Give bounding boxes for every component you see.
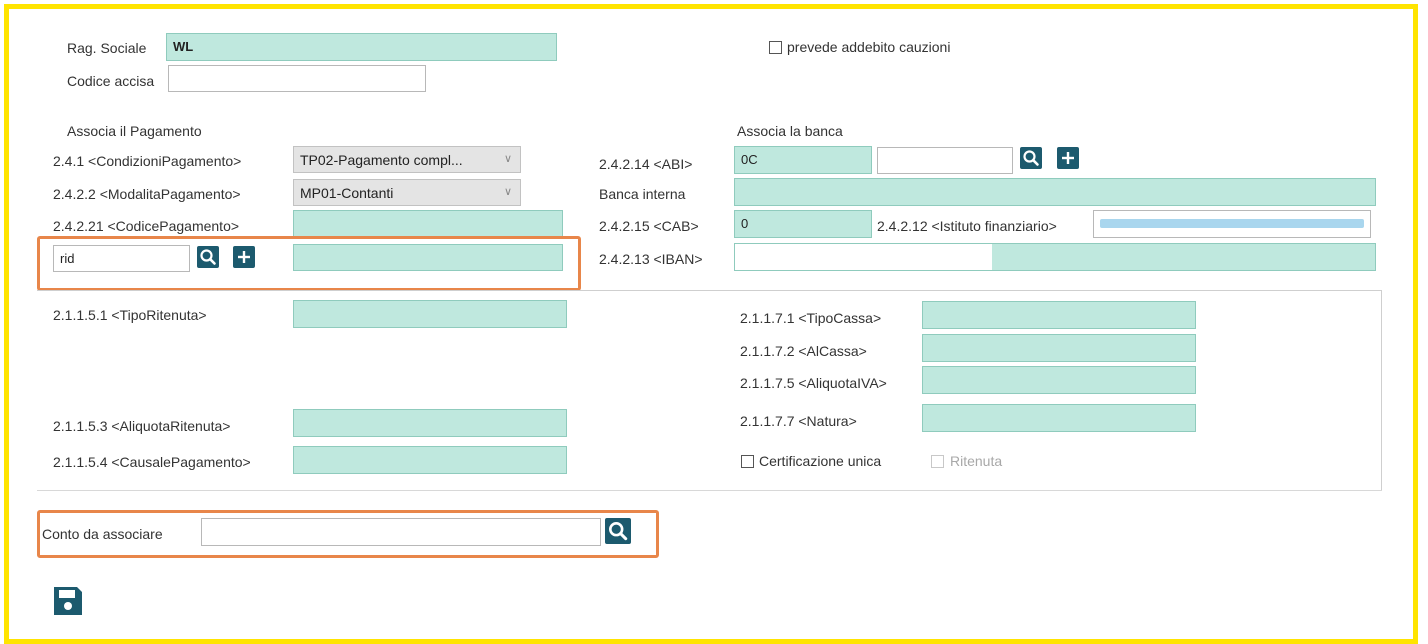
- plus-icon: [238, 251, 250, 263]
- pagamento-add-button[interactable]: [233, 246, 255, 268]
- abi-add-button[interactable]: [1057, 147, 1079, 169]
- tipo-ritenuta-field[interactable]: [293, 300, 567, 328]
- plus-icon: [1062, 152, 1074, 164]
- aliquota-ritenuta-label: 2.1.1.5.3 <AliquotaRitenuta>: [53, 418, 231, 434]
- istituto-finanziario-label: 2.4.2.12 <Istituto finanziario>: [877, 218, 1057, 234]
- abi-label: 2.4.2.14 <ABI>: [599, 156, 693, 172]
- banca-section-title: Associa la banca: [737, 123, 843, 139]
- chevron-down-icon: ∨: [503, 186, 512, 198]
- search-icon: [609, 522, 628, 541]
- codice-pagamento-field[interactable]: [293, 210, 563, 237]
- iban-field[interactable]: [734, 243, 1376, 271]
- tipo-cassa-field[interactable]: [922, 301, 1196, 329]
- tipo-ritenuta-label: 2.1.1.5.1 <TipoRitenuta>: [53, 307, 207, 323]
- rag-sociale-field[interactable]: WL: [166, 33, 557, 61]
- condizioni-pagamento-value: TP02-Pagamento compl...: [300, 152, 463, 168]
- cab-field[interactable]: 0: [734, 210, 872, 238]
- certificazione-unica-label: Certificazione unica: [759, 453, 882, 469]
- codice-pagamento-label: 2.4.2.21 <CodicePagamento>: [53, 218, 240, 234]
- ritenuta-checkbox-label: Ritenuta: [950, 453, 1003, 469]
- rag-sociale-label: Rag. Sociale: [67, 40, 147, 56]
- section-divider: [37, 490, 1382, 491]
- condizioni-pagamento-label: 2.4.1 <CondizioniPagamento>: [53, 153, 242, 169]
- search-icon: [1023, 150, 1039, 166]
- addebito-cauzioni-checkbox[interactable]: [769, 41, 782, 54]
- pagamento-section-title: Associa il Pagamento: [67, 123, 202, 139]
- natura-field[interactable]: [922, 404, 1196, 432]
- pagamento-search-result-field[interactable]: [293, 244, 563, 271]
- modalita-pagamento-label: 2.4.2.2 <ModalitaPagamento>: [53, 186, 241, 202]
- istituto-finanziario-value: [1100, 219, 1364, 228]
- chevron-down-icon: ∨: [503, 153, 512, 165]
- abi-search-input[interactable]: [877, 147, 1013, 174]
- conto-search-button[interactable]: [605, 518, 631, 544]
- causale-pagamento-field[interactable]: [293, 446, 567, 474]
- al-cassa-label: 2.1.1.7.2 <AlCassa>: [740, 343, 867, 359]
- certificazione-unica-checkbox[interactable]: [741, 455, 754, 468]
- save-button[interactable]: [51, 584, 85, 618]
- al-cassa-field[interactable]: [922, 334, 1196, 362]
- addebito-cauzioni-label: prevede addebito cauzioni: [787, 39, 951, 55]
- abi-search-button[interactable]: [1020, 147, 1042, 169]
- aliquota-ritenuta-field[interactable]: [293, 409, 567, 437]
- causale-pagamento-label: 2.1.1.5.4 <CausalePagamento>: [53, 454, 251, 470]
- aliquota-iva-label: 2.1.1.7.5 <AliquotaIVA>: [740, 375, 887, 391]
- condizioni-pagamento-select[interactable]: TP02-Pagamento compl... ∨: [293, 146, 521, 173]
- ritenuta-checkbox[interactable]: [931, 455, 944, 468]
- banca-interna-field[interactable]: [734, 178, 1376, 206]
- banca-interna-label: Banca interna: [599, 186, 686, 202]
- cab-label: 2.4.2.15 <CAB>: [599, 218, 699, 234]
- pagamento-search-input[interactable]: rid: [53, 245, 190, 272]
- tipo-cassa-label: 2.1.1.7.1 <TipoCassa>: [740, 310, 882, 326]
- save-icon: [54, 587, 82, 615]
- conto-da-associare-input[interactable]: [201, 518, 601, 546]
- modalita-pagamento-value: MP01-Contanti: [300, 185, 394, 201]
- search-icon: [200, 249, 216, 265]
- aliquota-iva-field[interactable]: [922, 366, 1196, 394]
- abi-field[interactable]: 0C: [734, 146, 872, 174]
- natura-label: 2.1.1.7.7 <Natura>: [740, 413, 857, 429]
- modalita-pagamento-select[interactable]: MP01-Contanti ∨: [293, 179, 521, 206]
- iban-label: 2.4.2.13 <IBAN>: [599, 251, 703, 267]
- conto-da-associare-label: Conto da associare: [42, 526, 163, 542]
- pagamento-search-button[interactable]: [197, 246, 219, 268]
- istituto-finanziario-field[interactable]: [1093, 210, 1371, 238]
- codice-accisa-label: Codice accisa: [67, 73, 155, 89]
- codice-accisa-input[interactable]: [168, 65, 426, 92]
